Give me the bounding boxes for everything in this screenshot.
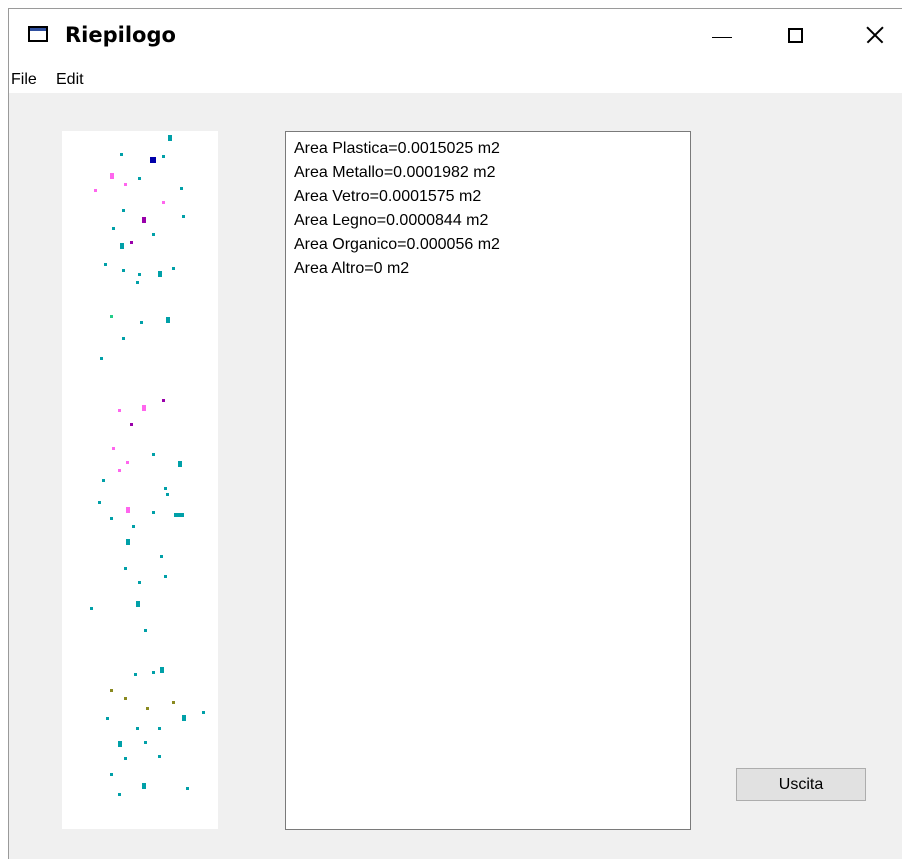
- summary-listbox[interactable]: Area Plastica=0.0015025 m2 Area Metallo=…: [285, 131, 691, 830]
- preview-speck: [122, 269, 125, 272]
- preview-speck: [152, 233, 155, 236]
- list-item-plastic[interactable]: Area Plastica=0.0015025 m2: [294, 140, 500, 158]
- preview-speck: [152, 671, 155, 674]
- preview-speck: [164, 575, 167, 578]
- preview-speck: [134, 673, 137, 676]
- preview-speck: [126, 507, 130, 513]
- preview-speck: [124, 183, 127, 186]
- preview-speck: [118, 409, 121, 412]
- list-item-glass[interactable]: Area Vetro=0.0001575 m2: [294, 188, 481, 206]
- summary-window: Riepilogo File Edit Area Plastica=0.0015…: [8, 8, 902, 859]
- preview-speck: [122, 209, 125, 212]
- preview-speck: [110, 689, 113, 692]
- preview-speck: [172, 701, 175, 704]
- preview-speck: [112, 447, 115, 450]
- list-item-wood[interactable]: Area Legno=0.0000844 m2: [294, 212, 488, 230]
- preview-speck: [130, 241, 133, 244]
- preview-speck: [126, 461, 129, 464]
- preview-speck: [118, 469, 121, 472]
- menu-bar: File Edit: [9, 67, 902, 93]
- preview-speck: [90, 607, 93, 610]
- preview-speck: [168, 135, 172, 141]
- preview-speck: [162, 155, 165, 158]
- preview-speck: [178, 461, 182, 467]
- preview-speck: [106, 717, 109, 720]
- preview-speck: [138, 177, 141, 180]
- list-item-metal[interactable]: Area Metallo=0.0001982 m2: [294, 164, 495, 182]
- preview-speck: [152, 453, 155, 456]
- preview-speck: [182, 215, 185, 218]
- exit-button[interactable]: Uscita: [736, 768, 866, 801]
- menu-file[interactable]: File: [11, 71, 37, 89]
- preview-speck: [166, 317, 170, 323]
- preview-speck: [150, 157, 156, 163]
- window-app-icon: [28, 26, 48, 42]
- preview-speck: [158, 271, 162, 277]
- preview-speck: [110, 773, 113, 776]
- list-item-organic[interactable]: Area Organico=0.000056 m2: [294, 236, 500, 254]
- preview-speck: [182, 715, 186, 721]
- preview-speck: [136, 601, 140, 607]
- preview-speck: [98, 501, 101, 504]
- preview-speck: [146, 707, 149, 710]
- minimize-button[interactable]: [699, 9, 745, 61]
- preview-speck: [172, 267, 175, 270]
- preview-speck: [142, 783, 146, 789]
- preview-speck: [120, 153, 123, 156]
- preview-speck: [174, 513, 184, 517]
- preview-speck: [160, 667, 164, 673]
- preview-speck: [164, 487, 167, 490]
- preview-speck: [112, 227, 115, 230]
- menu-edit[interactable]: Edit: [56, 71, 84, 89]
- preview-speck: [152, 511, 155, 514]
- preview-speck: [144, 629, 147, 632]
- preview-speck: [180, 187, 183, 190]
- preview-speck: [110, 173, 114, 179]
- waste-image-preview: [62, 131, 218, 829]
- preview-speck: [138, 273, 141, 276]
- preview-speck: [132, 525, 135, 528]
- preview-speck: [136, 281, 139, 284]
- preview-speck: [102, 479, 105, 482]
- preview-speck: [142, 217, 146, 223]
- preview-speck: [104, 263, 107, 266]
- preview-speck: [110, 517, 113, 520]
- preview-speck: [202, 711, 205, 714]
- preview-speck: [124, 697, 127, 700]
- preview-speck: [166, 493, 169, 496]
- preview-speck: [142, 405, 146, 411]
- preview-speck: [140, 321, 143, 324]
- list-item-other[interactable]: Area Altro=0 m2: [294, 260, 409, 278]
- preview-speck: [120, 243, 124, 249]
- preview-speck: [160, 555, 163, 558]
- preview-speck: [126, 539, 130, 545]
- preview-speck: [124, 567, 127, 570]
- preview-speck: [158, 727, 161, 730]
- close-button[interactable]: [852, 9, 898, 61]
- preview-speck: [118, 741, 122, 747]
- preview-speck: [158, 755, 161, 758]
- preview-speck: [122, 337, 125, 340]
- preview-speck: [162, 201, 165, 204]
- window-title: Riepilogo: [65, 23, 176, 47]
- preview-speck: [118, 793, 121, 796]
- preview-speck: [130, 423, 133, 426]
- preview-speck: [136, 727, 139, 730]
- preview-speck: [110, 315, 113, 318]
- maximize-icon: [787, 27, 803, 43]
- preview-speck: [94, 189, 97, 192]
- maximize-button[interactable]: [772, 9, 818, 61]
- preview-speck: [186, 787, 189, 790]
- title-bar[interactable]: Riepilogo: [9, 9, 902, 67]
- preview-speck: [138, 581, 141, 584]
- preview-speck: [100, 357, 103, 360]
- preview-speck: [124, 757, 127, 760]
- minimize-icon: [712, 36, 732, 38]
- close-icon: [865, 25, 885, 45]
- preview-speck: [162, 399, 165, 402]
- preview-speck: [144, 741, 147, 744]
